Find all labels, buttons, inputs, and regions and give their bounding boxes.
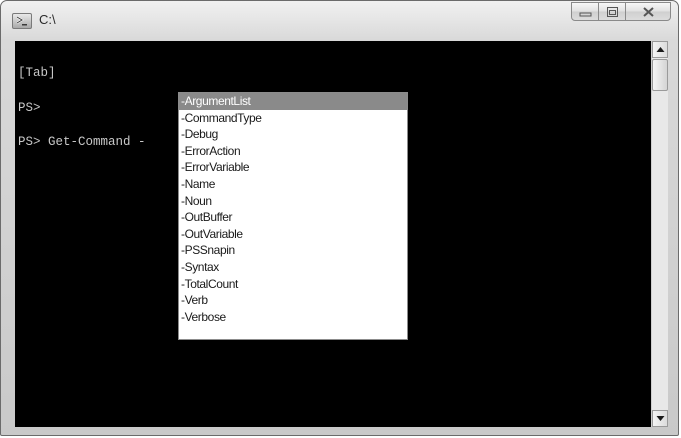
close-icon xyxy=(643,7,654,17)
close-button[interactable] xyxy=(625,2,671,21)
completion-item-debug[interactable]: -Debug xyxy=(179,126,407,143)
console-line: [Tab] xyxy=(18,66,56,80)
completion-item-commandtype[interactable]: -CommandType xyxy=(179,110,407,127)
maximize-icon xyxy=(607,7,618,17)
completion-item-name[interactable]: -Name xyxy=(179,176,407,193)
caption-buttons xyxy=(571,2,671,21)
arrow-up-icon xyxy=(656,47,665,52)
console-line: PS> xyxy=(18,100,41,115)
completion-item-totalcount[interactable]: -TotalCount xyxy=(179,276,407,293)
completion-item-erroraction[interactable]: -ErrorAction xyxy=(179,143,407,160)
title-bar[interactable]: C:\ xyxy=(1,1,678,41)
powershell-icon xyxy=(12,13,32,29)
completion-item-verbose[interactable]: -Verbose xyxy=(179,309,407,326)
window-title: C:\ xyxy=(39,12,56,27)
arrow-down-icon xyxy=(656,416,665,421)
completion-item-pssnapin[interactable]: -PSSnapin xyxy=(179,242,407,259)
vertical-scrollbar[interactable] xyxy=(651,41,668,427)
minimize-button[interactable] xyxy=(571,2,599,21)
maximize-button[interactable] xyxy=(598,2,626,21)
completion-item-verb[interactable]: -Verb xyxy=(179,292,407,309)
minimize-icon xyxy=(579,12,592,17)
completion-item-outvariable[interactable]: -OutVariable xyxy=(179,226,407,243)
console-lines: [Tab] PS> PS> Get-Command - xyxy=(18,45,146,172)
completion-item-noun[interactable]: -Noun xyxy=(179,193,407,210)
tab-completion-popup: -ArgumentList -CommandType -Debug -Error… xyxy=(178,92,408,340)
scroll-up-button[interactable] xyxy=(652,41,668,58)
console-prompt-line[interactable]: PS> Get-Command - xyxy=(18,136,146,149)
completion-item-argumentlist[interactable]: -ArgumentList xyxy=(179,93,407,110)
scroll-down-button[interactable] xyxy=(652,410,668,427)
console-window: C:\ [Tab] PS> PS> Get-Command - -Argumen… xyxy=(0,0,679,436)
completion-item-errorvariable[interactable]: -ErrorVariable xyxy=(179,159,407,176)
completion-item-outbuffer[interactable]: -OutBuffer xyxy=(179,209,407,226)
scroll-thumb[interactable] xyxy=(652,59,668,91)
completion-item-syntax[interactable]: -Syntax xyxy=(179,259,407,276)
